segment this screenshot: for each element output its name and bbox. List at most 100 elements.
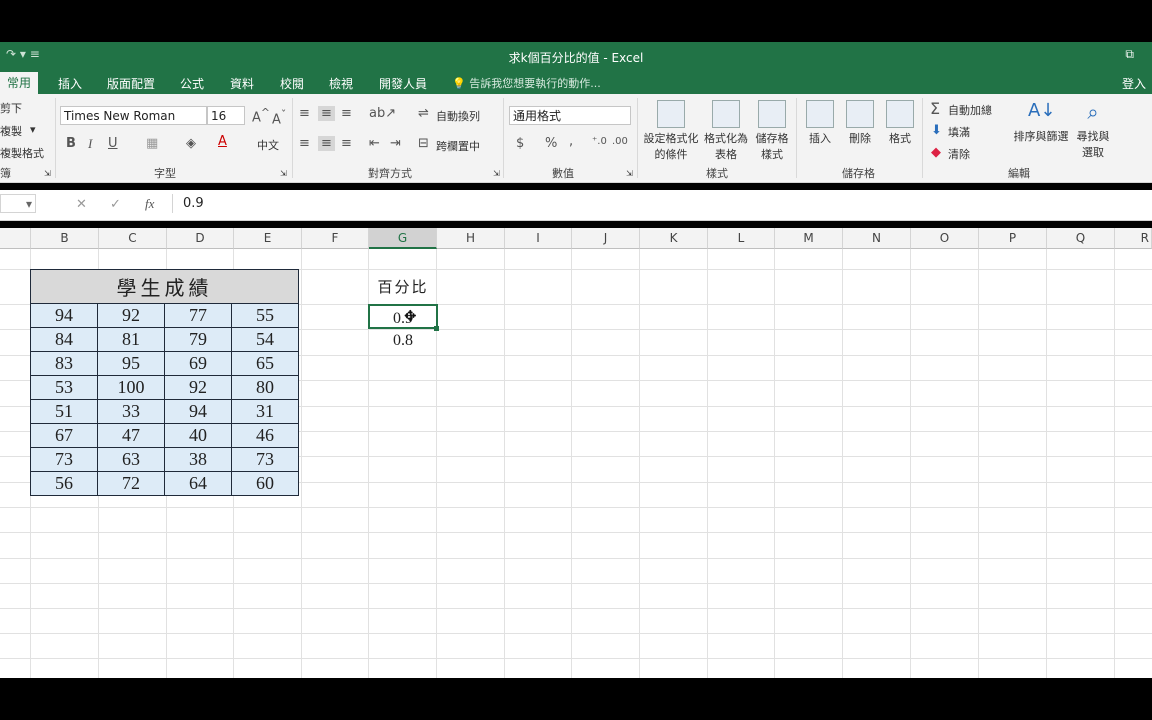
dialog-launcher-icon[interactable]: ⇲	[493, 169, 500, 178]
table-cell[interactable]: 33	[97, 399, 165, 424]
sign-in-link[interactable]: 登入	[1122, 75, 1146, 92]
format-cells-button[interactable]: 格式	[882, 100, 918, 146]
tab-page-layout[interactable]: 版面配置	[107, 75, 155, 92]
fill-button[interactable]: 填滿	[948, 124, 970, 140]
font-size-box[interactable]: 16	[207, 106, 245, 125]
table-cell[interactable]: 55	[231, 303, 299, 328]
worksheet-grid[interactable]: B C D E F G H I J K L M N O P Q R 學生成績 9…	[0, 228, 1152, 678]
table-cell[interactable]: 84	[30, 327, 98, 352]
align-center-icon[interactable]: ≡	[318, 136, 335, 151]
align-top-icon[interactable]: ≡	[299, 106, 310, 121]
column-header[interactable]: E	[234, 228, 302, 249]
table-cell[interactable]: 83	[30, 351, 98, 376]
column-header[interactable]: I	[505, 228, 572, 249]
table-cell[interactable]: 69	[164, 351, 232, 376]
table-cell[interactable]: 67	[30, 423, 98, 448]
insert-cells-button[interactable]: 插入	[802, 100, 838, 146]
merge-center-button[interactable]: 跨欄置中	[436, 138, 480, 154]
active-cell[interactable]: 0.9	[368, 304, 438, 329]
currency-button[interactable]: $	[516, 136, 524, 151]
increase-decimal-icon[interactable]: ⁺.0	[592, 136, 607, 147]
font-color-icon[interactable]: A	[218, 134, 227, 149]
font-name-box[interactable]: Times New Roman	[60, 106, 207, 125]
formula-input[interactable]: 0.9	[172, 194, 1150, 213]
column-header[interactable]: L	[708, 228, 775, 249]
sort-filter-button[interactable]: A↓ 排序與篩選	[1012, 100, 1070, 144]
table-cell[interactable]: 79	[164, 327, 232, 352]
number-format-box[interactable]: 通用格式	[509, 106, 631, 125]
column-header[interactable]: K	[640, 228, 708, 249]
table-cell[interactable]: 95	[97, 351, 165, 376]
chevron-down-icon[interactable]: ▾	[30, 123, 36, 136]
tab-insert[interactable]: 插入	[58, 75, 82, 92]
column-header[interactable]: D	[167, 228, 234, 249]
table-cell[interactable]: 94	[30, 303, 98, 328]
table-cell[interactable]: 73	[231, 447, 299, 472]
bold-icon[interactable]: B	[66, 136, 76, 151]
table-cell[interactable]: 100	[97, 375, 165, 400]
increase-font-icon[interactable]: A^	[252, 106, 270, 125]
delete-cells-button[interactable]: 刪除	[842, 100, 878, 146]
cut-button[interactable]: 剪下	[0, 100, 22, 116]
insert-function-icon[interactable]: fx	[145, 196, 154, 212]
table-cell[interactable]: 92	[97, 303, 165, 328]
column-header[interactable]: O	[911, 228, 979, 249]
italic-icon[interactable]: I	[88, 136, 92, 152]
autosum-icon[interactable]: Σ	[930, 99, 940, 118]
dialog-launcher-icon[interactable]: ⇲	[280, 169, 287, 178]
align-right-icon[interactable]: ≡	[341, 136, 352, 151]
table-cell[interactable]: 63	[97, 447, 165, 472]
autosum-button[interactable]: 自動加總	[948, 102, 992, 118]
tab-data[interactable]: 資料	[230, 75, 254, 92]
name-box[interactable]: ▾	[0, 194, 36, 213]
table-cell[interactable]: 53	[30, 375, 98, 400]
tab-developer[interactable]: 開發人員	[379, 75, 427, 92]
table-cell[interactable]: 54	[231, 327, 299, 352]
column-header[interactable]: B	[31, 228, 99, 249]
table-cell[interactable]: 64	[164, 471, 232, 496]
cancel-icon[interactable]: ✕	[76, 197, 87, 212]
fill-icon[interactable]: ⬇	[931, 123, 942, 138]
column-header[interactable]: J	[572, 228, 640, 249]
align-bottom-icon[interactable]: ≡	[341, 106, 352, 121]
decrease-decimal-icon[interactable]: .00	[612, 136, 628, 147]
column-header[interactable]: H	[437, 228, 505, 249]
percent-header[interactable]: 百分比	[369, 276, 437, 297]
table-cell[interactable]: 94	[164, 399, 232, 424]
table-cell[interactable]: 65	[231, 351, 299, 376]
dialog-launcher-icon[interactable]: ⇲	[626, 169, 633, 178]
tab-home[interactable]: 常用	[0, 72, 39, 94]
chevron-down-icon[interactable]: ▾	[26, 195, 32, 214]
format-painter-button[interactable]: 複製格式	[0, 145, 44, 161]
enter-icon[interactable]: ✓	[110, 197, 121, 212]
copy-button[interactable]: 複製	[0, 123, 22, 139]
wrap-text-button[interactable]: 自動換列	[436, 108, 480, 124]
tab-view[interactable]: 檢視	[329, 75, 353, 92]
fill-color-icon[interactable]: ◈	[186, 136, 196, 151]
table-cell[interactable]: 77	[164, 303, 232, 328]
table-cell[interactable]: 92	[164, 375, 232, 400]
table-cell[interactable]: 81	[97, 327, 165, 352]
dialog-launcher-icon[interactable]: ⇲	[44, 169, 51, 178]
tab-review[interactable]: 校閱	[280, 75, 304, 92]
phonetic-button[interactable]: 中文	[257, 137, 279, 153]
conditional-format-button[interactable]: 設定格式化 的條件	[643, 100, 699, 162]
align-left-icon[interactable]: ≡	[299, 136, 310, 151]
column-header[interactable]: Q	[1047, 228, 1115, 249]
table-cell[interactable]: 51	[30, 399, 98, 424]
cell-styles-button[interactable]: 儲存格 樣式	[753, 100, 791, 162]
increase-indent-icon[interactable]: ⇥	[390, 136, 401, 151]
merge-center-icon[interactable]: ⊟	[418, 136, 429, 151]
table-cell[interactable]: 73	[30, 447, 98, 472]
find-select-button[interactable]: ⌕ 尋找與 選取	[1074, 100, 1112, 160]
restore-window-icon[interactable]: ⧉	[1125, 47, 1134, 62]
table-cell[interactable]: 56	[30, 471, 98, 496]
table-cell[interactable]: 31	[231, 399, 299, 424]
table-cell[interactable]: 40	[164, 423, 232, 448]
table-title[interactable]: 學生成績	[30, 269, 299, 304]
underline-icon[interactable]: U	[108, 136, 118, 151]
table-cell[interactable]: 47	[97, 423, 165, 448]
percent-cell[interactable]: 0.8	[369, 332, 437, 350]
comma-button[interactable]: ,	[569, 134, 573, 149]
decrease-font-icon[interactable]: Aˇ	[272, 108, 286, 127]
